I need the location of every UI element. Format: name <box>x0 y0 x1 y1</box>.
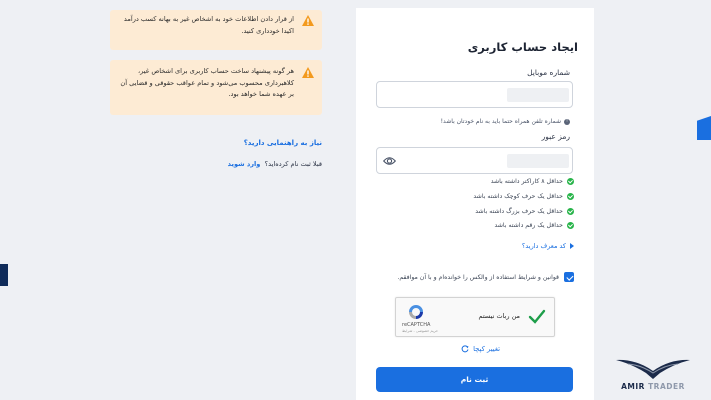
warning-box-2: هر گونه پیشنهاد ساخت حساب کاربری برای اش… <box>110 60 322 115</box>
mobile-hint-text: شماره تلفن همراه حتما باید به نام خودتان… <box>440 118 561 125</box>
requirement-item: حداقل یک حرف بزرگ داشته باشد <box>475 208 574 215</box>
warning-icon <box>302 15 314 26</box>
already-registered: قبلا ثبت نام کرده‌اید؟ وارد شوید <box>228 160 322 168</box>
brand-name-part1: AMIR <box>621 382 645 391</box>
change-captcha-link[interactable]: تغییر کپچا <box>461 345 500 353</box>
referral-code-text: کد معرف دارید؟ <box>521 242 566 250</box>
terms-checkbox-row[interactable]: قوانین و شرایط استفاده از والکس را خواند… <box>397 272 574 282</box>
password-input[interactable] <box>376 147 573 174</box>
terms-checkbox[interactable] <box>564 272 574 282</box>
check-circle-icon <box>567 178 574 185</box>
mobile-input[interactable] <box>376 81 573 108</box>
brand-name-part2: TRADER <box>648 382 685 391</box>
recaptcha-terms[interactable]: حریم خصوصی - شرایط <box>402 329 438 333</box>
mobile-input-value <box>507 88 569 102</box>
decorative-shape-right <box>697 116 711 140</box>
requirement-text: حداقل یک رقم داشته باشد <box>494 222 563 229</box>
requirement-item: حداقل ۸ کاراکتر داشته باشد <box>491 178 574 185</box>
mobile-hint: ! شماره تلفن همراه حتما باید به نام خودت… <box>441 118 570 125</box>
password-label: رمز عبور <box>541 132 570 141</box>
requirement-item: حداقل یک حرف کوچک داشته باشد <box>473 193 574 200</box>
refresh-icon <box>461 345 469 353</box>
warning-box-1: از قرار دادن اطلاعات خود به اشخاص غیر به… <box>110 10 322 50</box>
recaptcha-brand: reCAPTCHA <box>402 322 431 328</box>
submit-button[interactable]: ثبت نام <box>376 367 573 392</box>
already-registered-text: قبلا ثبت نام کرده‌اید؟ <box>264 160 322 168</box>
captcha-label: من ربات نیستم <box>478 312 520 320</box>
mobile-label: شماره موبایل <box>527 68 570 77</box>
brand-name: AMIR TRADER <box>616 382 690 391</box>
requirement-text: حداقل ۸ کاراکتر داشته باشد <box>490 178 563 185</box>
change-captcha-text: تغییر کپچا <box>473 345 500 353</box>
requirement-text: حداقل یک حرف بزرگ داشته باشد <box>475 208 563 215</box>
decorative-shape-left <box>0 264 8 286</box>
requirement-item: حداقل یک رقم داشته باشد <box>494 222 574 229</box>
password-input-value <box>507 154 569 168</box>
referral-code-link[interactable]: کد معرف دارید؟ <box>522 242 574 250</box>
recaptcha-logo-icon <box>409 305 423 319</box>
signup-card: ایجاد حساب کاربری شماره موبایل ! شماره ت… <box>356 8 594 400</box>
chevron-right-icon <box>570 243 574 249</box>
login-link[interactable]: وارد شوید <box>228 160 261 168</box>
eye-icon[interactable] <box>383 155 396 167</box>
terms-text: قوانین و شرایط استفاده از والکس را خواند… <box>397 273 559 281</box>
page-title: ایجاد حساب کاربری <box>467 40 578 54</box>
check-circle-icon <box>567 193 574 200</box>
help-link[interactable]: نیاز به راهنمایی دارید؟ <box>244 139 322 147</box>
requirement-text: حداقل یک حرف کوچک داشته باشد <box>473 193 563 200</box>
checkmark-icon[interactable] <box>528 308 546 326</box>
eagle-logo-icon <box>616 359 690 379</box>
check-circle-icon <box>567 208 574 215</box>
warning-icon <box>302 67 314 78</box>
info-icon: ! <box>564 118 570 125</box>
warning-text-1: از قرار دادن اطلاعات خود به اشخاص غیر به… <box>123 15 294 35</box>
recaptcha-widget: من ربات نیستم reCAPTCHA حریم خصوصی - شرا… <box>395 297 555 337</box>
check-circle-icon <box>567 222 574 229</box>
warning-text-2: هر گونه پیشنهاد ساخت حساب کاربری برای اش… <box>120 67 294 98</box>
brand-logo: AMIR TRADER <box>616 356 690 396</box>
